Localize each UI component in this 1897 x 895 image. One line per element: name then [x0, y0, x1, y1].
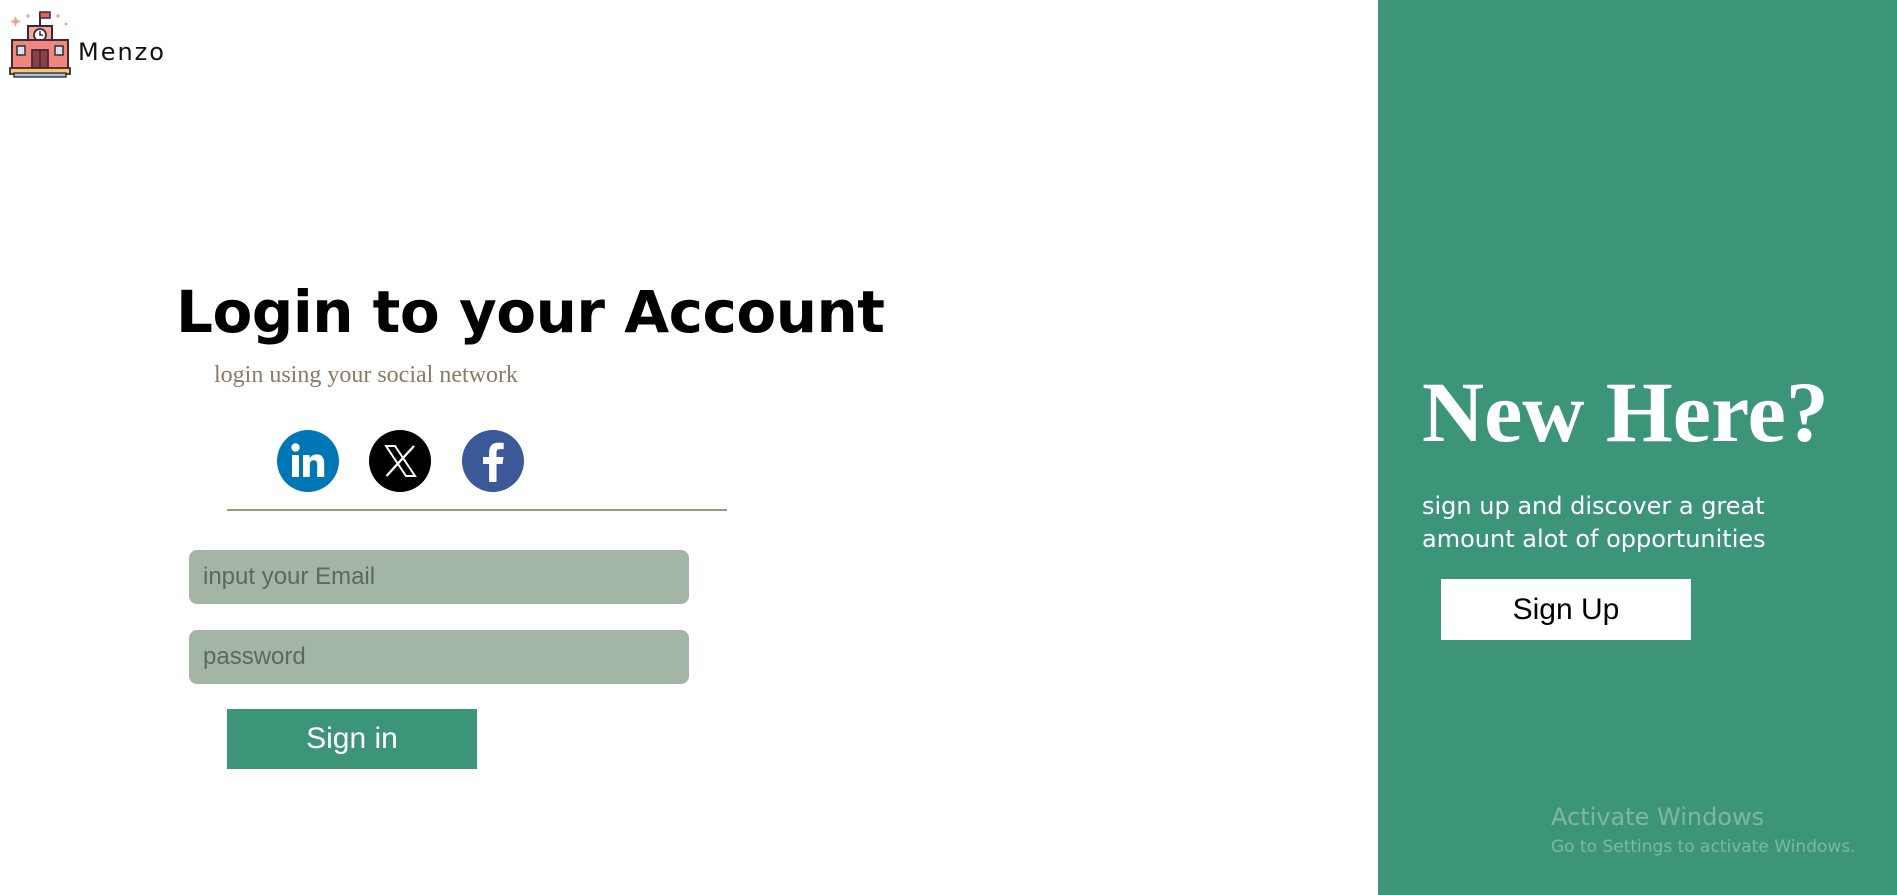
watermark-subtitle: Go to Settings to activate Windows.	[1551, 837, 1856, 857]
password-input[interactable]	[189, 630, 689, 684]
social-login-subtitle: login using your social network	[214, 362, 518, 388]
facebook-icon	[462, 430, 524, 492]
section-divider	[227, 509, 727, 511]
signup-description: sign up and discover a great amount alot…	[1422, 492, 1766, 553]
email-input[interactable]	[189, 550, 689, 604]
activate-windows-watermark: Activate Windows Go to Settings to activ…	[1551, 803, 1856, 857]
linkedin-icon	[277, 430, 339, 492]
sign-up-button[interactable]: Sign Up	[1441, 579, 1691, 640]
page-title: Login to your Account	[176, 278, 885, 346]
sign-in-button[interactable]: Sign in	[227, 709, 477, 769]
x-login-button[interactable]	[369, 430, 431, 492]
watermark-title: Activate Windows	[1551, 803, 1765, 831]
login-section: Login to your Account login using your s…	[0, 0, 1378, 895]
x-icon	[369, 430, 431, 492]
signup-heading: New Here?	[1422, 364, 1829, 460]
facebook-login-button[interactable]	[462, 430, 524, 492]
signup-panel: New Here? sign up and discover a great a…	[1378, 0, 1897, 895]
linkedin-login-button[interactable]	[277, 430, 339, 492]
